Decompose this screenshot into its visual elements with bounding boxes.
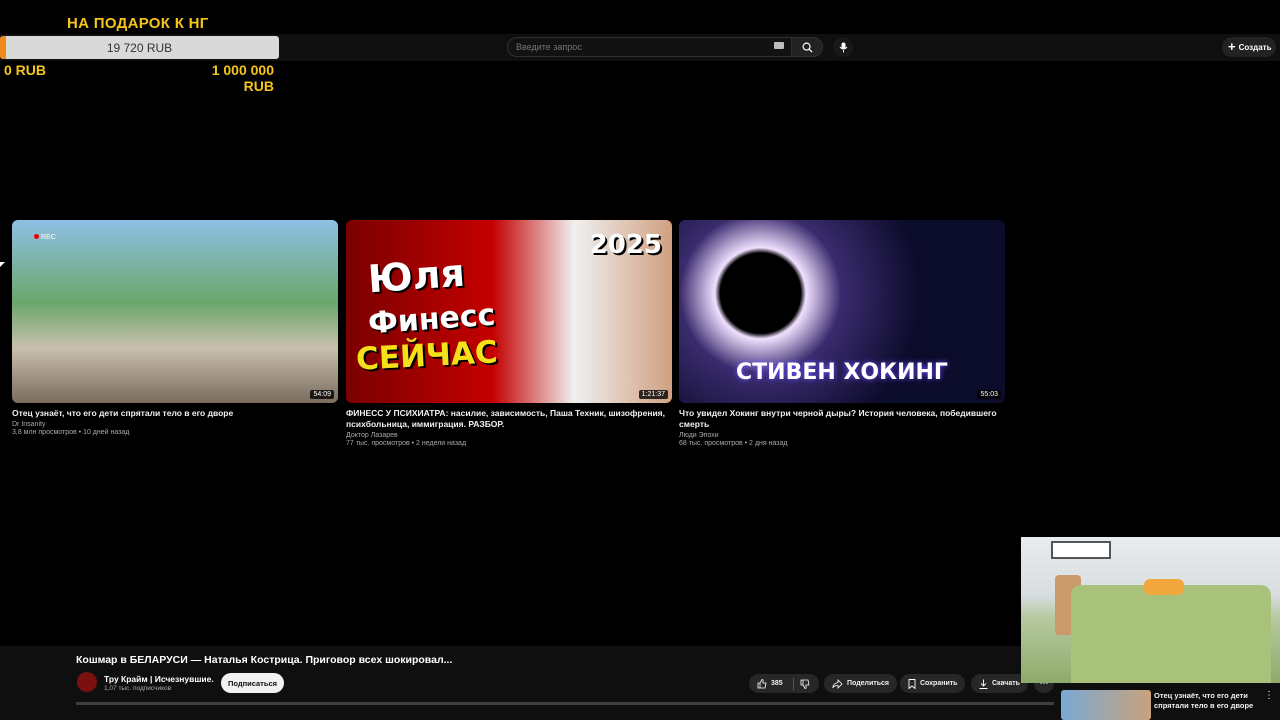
create-button[interactable]: + Создать (1222, 37, 1276, 57)
like-button[interactable]: 385 (757, 678, 783, 689)
plus-icon: + (1228, 39, 1236, 54)
video-title[interactable]: Что увидел Хокинг внутри черной дыры? Ис… (679, 408, 1005, 430)
donation-min: 0 RUB (4, 62, 47, 78)
video-thumbnail[interactable]: Юля Финесс СЕЙЧАС 2025 1:21:37 (346, 220, 672, 403)
video-thumbnail[interactable]: REC 54:09 (12, 220, 338, 403)
video-title[interactable]: Отец узнаёт, что его дети спрятали тело … (12, 408, 338, 419)
like-count: 385 (771, 680, 783, 687)
thumbnail-text: СТИВЕН ХОКИНГ (736, 360, 948, 385)
video-card[interactable]: REC 54:09 Отец узнаёт, что его дети спря… (12, 220, 338, 436)
webcam-bed (1071, 585, 1271, 683)
dislike-button[interactable] (800, 679, 810, 689)
playback-progress[interactable] (76, 702, 1054, 705)
video-duration: 1:21:37 (638, 390, 668, 399)
download-icon (979, 679, 988, 689)
rec-label: REC (41, 234, 56, 241)
video-thumbnail[interactable]: СТИВЕН ХОКИНГ 55:03 (679, 220, 1005, 403)
bookmark-icon (908, 678, 916, 689)
share-button[interactable]: Поделиться (824, 674, 898, 693)
mouse-cursor (0, 262, 5, 267)
search-icon (802, 42, 813, 53)
webcam-pillow (1144, 579, 1184, 595)
video-meta: 77 тыс. просмотров • 2 недели назад (346, 440, 467, 447)
video-meta: 68 тыс. просмотров • 2 дня назад (679, 440, 788, 447)
video-title[interactable]: ФИНЕСС У ПСИХИАТРА: насилие, зависимость… (346, 408, 672, 430)
save-label: Сохранить (920, 680, 958, 687)
like-dislike-group: 385 (749, 674, 819, 693)
now-playing-title[interactable]: Кошмар в БЕЛАРУСИ — Наталья Кострица. Пр… (76, 654, 452, 666)
donation-max: 1 000 000 RUB (211, 62, 274, 94)
video-card[interactable]: СТИВЕН ХОКИНГ 55:03 Что увидел Хокинг вн… (679, 220, 1005, 447)
now-playing-channel[interactable]: Тру Крайм | Исчезнувшие. (104, 674, 214, 684)
download-label: Скачать (992, 680, 1020, 687)
search-input[interactable] (507, 37, 791, 57)
donation-title: НА ПОДАРОК К НГ (67, 15, 209, 32)
download-button[interactable]: Скачать (971, 674, 1028, 693)
voice-search-button[interactable] (833, 37, 853, 57)
thumbnail-text: Юля (366, 250, 467, 302)
search-button[interactable] (791, 37, 823, 57)
donation-amount: 19 720 RUB (106, 41, 173, 55)
subscriber-count: 1,07 тыс. подписчиков (104, 685, 172, 692)
rec-indicator: REC (34, 234, 56, 241)
webcam-overlay (1021, 537, 1280, 683)
record-icon (34, 234, 39, 239)
next-video-thumbnail[interactable] (1061, 690, 1151, 720)
thumbnail-text: 2025 (589, 230, 662, 260)
share-icon (832, 678, 843, 689)
donation-progress-bar: 19 720 RUB (0, 36, 279, 59)
thumbs-up-icon (757, 678, 767, 688)
video-card[interactable]: Юля Финесс СЕЙЧАС 2025 1:21:37 ФИНЕСС У … (346, 220, 672, 447)
search-bar (507, 37, 823, 57)
video-channel[interactable]: Dr Insanity (12, 421, 338, 428)
divider (792, 677, 794, 690)
keyboard-icon[interactable] (774, 42, 784, 49)
video-duration: 54:09 (310, 390, 334, 399)
channel-avatar[interactable] (77, 672, 97, 692)
create-label: Создать (1238, 42, 1272, 52)
next-video-more-icon[interactable]: ⋮ (1264, 690, 1274, 701)
next-video-title[interactable]: Отец узнаёт, что его дети спрятали тело … (1154, 691, 1259, 711)
video-channel[interactable]: Люди Эпохи (679, 432, 1005, 439)
thumbnail-text: СЕЙЧАС (355, 334, 499, 378)
subscribe-button[interactable]: Подписаться (221, 673, 284, 693)
microphone-icon (839, 42, 847, 52)
thumbs-down-icon (800, 679, 810, 689)
video-channel[interactable]: Доктор Лазарев (346, 432, 672, 439)
webcam-window (1051, 541, 1111, 559)
save-button[interactable]: Сохранить (900, 674, 966, 693)
video-duration: 55:03 (977, 390, 1001, 399)
video-meta: 3,8 млн просмотров • 10 дней назад (12, 429, 130, 436)
share-label: Поделиться (847, 680, 890, 687)
